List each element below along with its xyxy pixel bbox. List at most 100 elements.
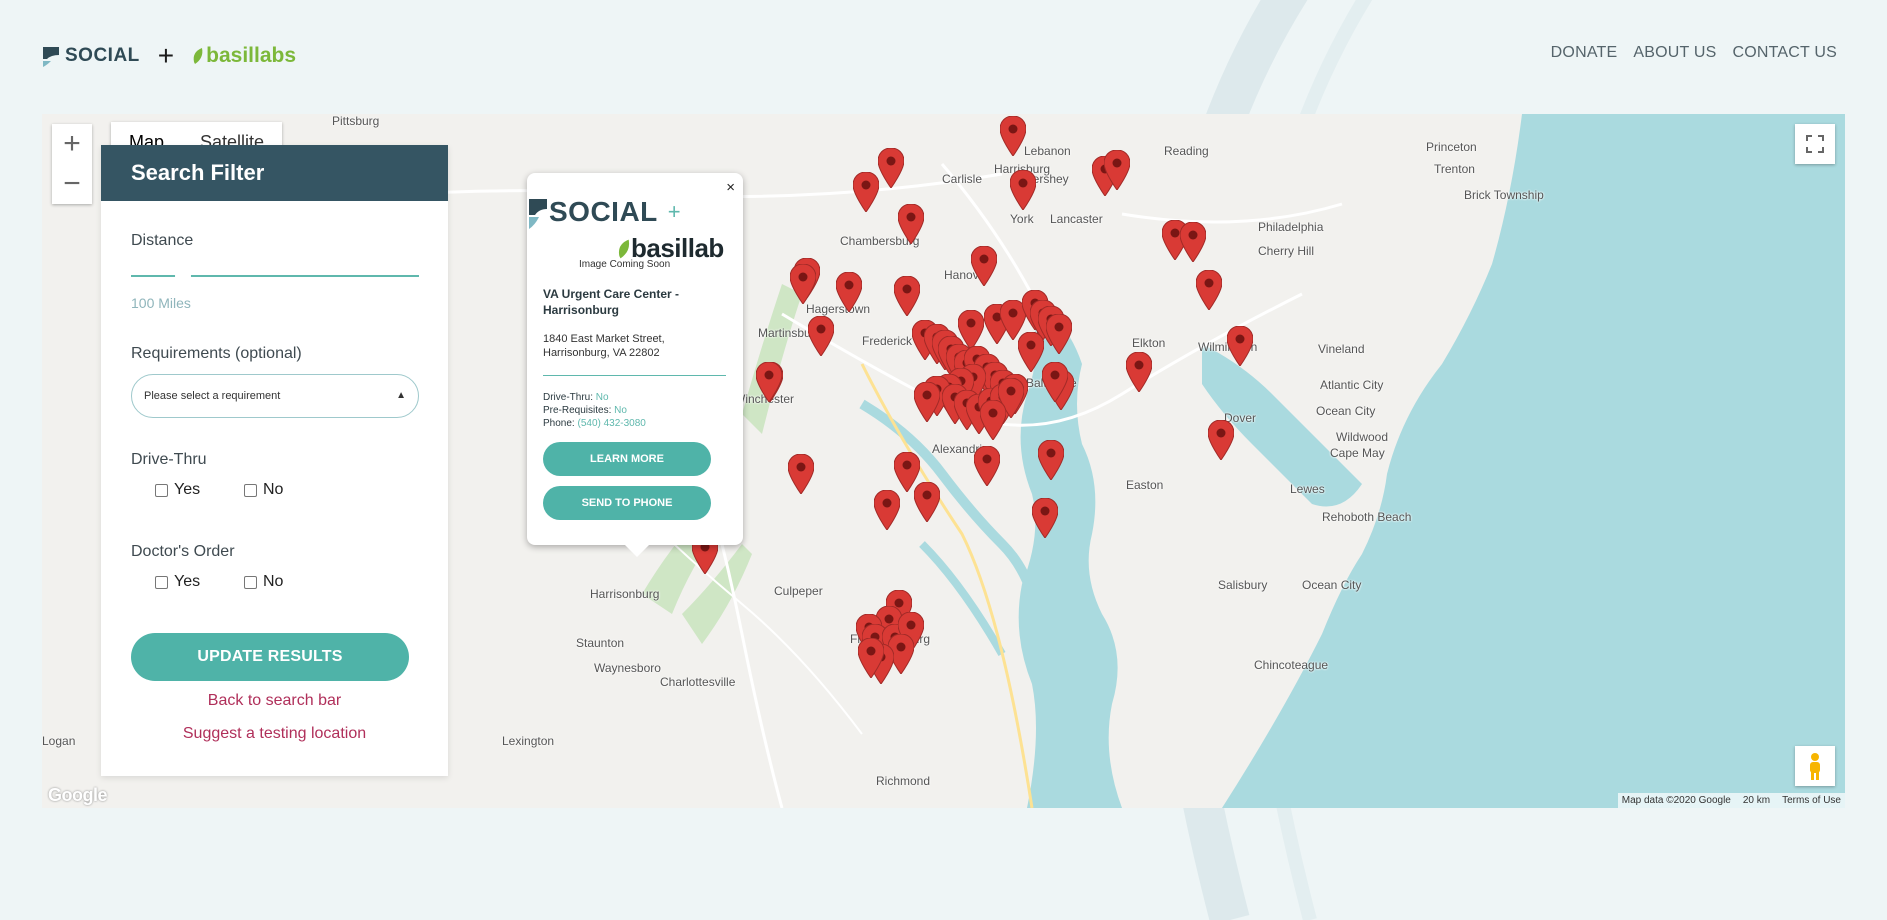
learn-more-button[interactable]: LEARN MORE: [543, 442, 711, 476]
place-label: Lewes: [1290, 482, 1325, 496]
doctors-order-no-label: No: [263, 573, 284, 590]
prereq-value: No: [614, 405, 627, 416]
nav-donate[interactable]: DONATE: [1551, 44, 1618, 62]
doctors-order-no[interactable]: No: [244, 573, 283, 591]
info-logo-social: SOCIAL +: [527, 195, 681, 229]
nav-contact-us[interactable]: CONTACT US: [1732, 44, 1837, 62]
place-label: Culpeper: [774, 584, 823, 598]
terms-link[interactable]: Terms of Use: [1782, 795, 1841, 806]
checkbox[interactable]: [244, 483, 257, 497]
address-line-2: Harrisonburg, VA 22802: [543, 347, 660, 359]
map-pin-icon[interactable]: [894, 276, 920, 316]
map-pin-icon[interactable]: [878, 148, 904, 188]
map-pin-icon[interactable]: [1126, 352, 1152, 392]
requirements-label: Requirements (optional): [131, 345, 302, 362]
map-pin-icon[interactable]: [858, 638, 884, 678]
place-label: Vineland: [1318, 342, 1365, 356]
location-details: Drive-Thru: No Pre-Requisites: No Phone:…: [543, 391, 646, 430]
map-pin-icon[interactable]: [1010, 170, 1036, 210]
map-pin-icon[interactable]: [808, 316, 834, 356]
phone-link[interactable]: (540) 432-3080: [577, 418, 645, 429]
search-filter-panel: Search Filter Distance 100 Miles Require…: [101, 145, 448, 776]
place-label: Wildwood: [1336, 430, 1389, 444]
doctors-order-yes[interactable]: Yes: [155, 573, 200, 591]
place-label: Elkton: [1132, 336, 1166, 350]
info-logo-plus: +: [667, 199, 681, 224]
logo-plus: +: [157, 40, 175, 71]
map-pin-icon[interactable]: [1042, 362, 1068, 402]
nav-about-us[interactable]: ABOUT US: [1633, 44, 1716, 62]
checkbox[interactable]: [244, 575, 257, 589]
place-label: Trenton: [1434, 162, 1475, 176]
map-pin-icon[interactable]: [1046, 314, 1072, 354]
fullscreen-button[interactable]: [1795, 124, 1835, 164]
image-coming-soon: Image Coming Soon: [579, 259, 671, 270]
place-label: Princeton: [1426, 140, 1477, 154]
requirements-select[interactable]: Please select a requirement ▲: [131, 374, 419, 418]
map-pin-icon[interactable]: [1180, 222, 1206, 262]
social-logo-icon: [529, 199, 547, 229]
map-data-text: Map data ©2020 Google: [1621, 795, 1731, 806]
map-pin-icon[interactable]: [1038, 440, 1064, 480]
map-pin-icon[interactable]: [894, 452, 920, 492]
drive-thru-key: Drive-Thru:: [543, 392, 594, 403]
location-name: VA Urgent Care Center - Harrisonburg: [543, 287, 680, 317]
zoom-out-button[interactable]: −: [52, 164, 92, 204]
logo-social-text: SOCIAL: [65, 45, 140, 66]
location-info-window: × SOCIAL + basillab Image Coming Soon VA…: [527, 173, 743, 557]
map-pin-icon[interactable]: [974, 446, 1000, 486]
drive-thru-yes[interactable]: Yes: [155, 481, 200, 499]
place-label: Cherry Hill: [1258, 244, 1315, 258]
doctors-order-label: Doctor's Order: [131, 543, 235, 560]
place-label: Atlantic City: [1320, 378, 1384, 392]
place-label: Ocean City: [1316, 404, 1376, 418]
map-pin-icon[interactable]: [1196, 270, 1222, 310]
search-filter-title: Search Filter: [101, 145, 448, 201]
zoom-in-button[interactable]: +: [52, 124, 92, 164]
map-pin-icon[interactable]: [898, 204, 924, 244]
site-logo[interactable]: SOCIAL + basillabs: [41, 40, 297, 71]
place-label: Harrisonburg: [590, 587, 660, 601]
pegman-icon: [1810, 753, 1820, 780]
drive-thru-yes-label: Yes: [174, 481, 201, 498]
checkbox[interactable]: [155, 575, 168, 589]
map-pin-icon[interactable]: [874, 490, 900, 530]
map-pin-icon[interactable]: [1227, 326, 1253, 366]
distance-label: Distance: [131, 232, 194, 249]
map-pin-icon[interactable]: [1018, 332, 1044, 372]
map-pin-icon[interactable]: [914, 382, 940, 422]
place-label: Carlisle: [942, 172, 983, 186]
street-view-button[interactable]: [1795, 746, 1835, 786]
map-pin-icon[interactable]: [1104, 150, 1130, 190]
map-pin-icon[interactable]: [1032, 498, 1058, 538]
info-logo-social-text: SOCIAL: [549, 196, 658, 227]
drive-thru-value: No: [595, 392, 609, 403]
map-pin-icon[interactable]: [788, 454, 814, 494]
place-label: Richmond: [876, 774, 931, 788]
map-pin-icon[interactable]: [853, 172, 879, 212]
drive-thru-no[interactable]: No: [244, 481, 283, 499]
distance-slider-handle[interactable]: [174, 268, 191, 284]
suggest-location-link[interactable]: Suggest a testing location: [101, 725, 448, 743]
logo-basil-text: basillabs: [206, 44, 297, 67]
map-pin-icon[interactable]: [1208, 420, 1234, 460]
drive-thru-label: Drive-Thru: [131, 451, 207, 468]
close-icon[interactable]: ×: [726, 179, 735, 196]
map-pin-icon[interactable]: [971, 246, 997, 286]
checkbox[interactable]: [155, 483, 168, 497]
map-pin-icon[interactable]: [980, 400, 1006, 440]
send-to-phone-button[interactable]: SEND TO PHONE: [543, 486, 711, 520]
map-pin-icon[interactable]: [836, 272, 862, 312]
back-to-search-link[interactable]: Back to search bar: [101, 692, 448, 710]
place-label: Ocean City: [1302, 578, 1362, 592]
update-results-button[interactable]: UPDATE RESULTS: [131, 633, 409, 681]
distance-value: 100 Miles: [131, 295, 191, 311]
drive-thru-no-label: No: [263, 481, 284, 498]
top-nav: DONATE ABOUT US CONTACT US: [1551, 44, 1837, 62]
place-label: Pittsburg: [332, 114, 380, 128]
place-label: Reading: [1164, 144, 1209, 158]
map-pin-icon[interactable]: [790, 264, 816, 304]
map-pin-icon[interactable]: [756, 362, 782, 402]
map-pin-icon[interactable]: [1000, 116, 1026, 156]
requirements-select-value: Please select a requirement: [144, 390, 281, 402]
